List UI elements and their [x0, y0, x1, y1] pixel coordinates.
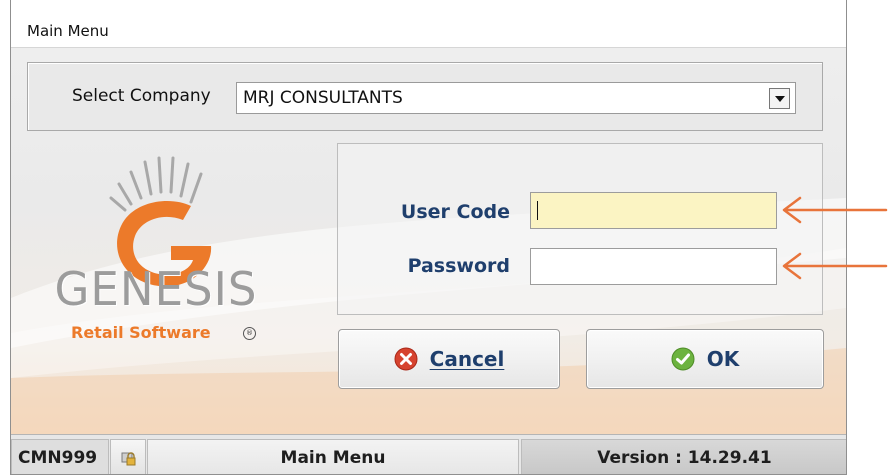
genesis-logo-icon: [109, 156, 212, 287]
arrow-left-icon: [782, 196, 888, 224]
status-bar: CMN999 Main Menu Version : 14.29.41: [11, 434, 846, 474]
cancel-icon: [394, 347, 418, 371]
company-selected-value: MRJ CONSULTANTS: [243, 88, 403, 108]
ok-button-label: OK: [706, 347, 740, 371]
password-label: Password: [407, 255, 510, 277]
window-title: Main Menu: [27, 22, 109, 40]
cancel-button-label: Cancel: [429, 347, 505, 371]
title-bar: Main Menu: [11, 0, 846, 48]
company-selector-frame: Select Company MRJ CONSULTANTS: [27, 62, 823, 131]
chevron-down-icon[interactable]: [769, 88, 790, 109]
lock-icon: [121, 452, 136, 466]
user-code-input[interactable]: [530, 192, 777, 229]
select-company-label: Select Company: [72, 86, 211, 106]
status-screen-code: CMN999: [11, 439, 109, 474]
check-icon: [671, 347, 695, 371]
ok-button[interactable]: OK: [586, 329, 824, 389]
registered-mark: ®: [243, 327, 256, 340]
text-cursor: [537, 201, 538, 220]
main-menu-window: Main Menu Select Company MRJ CONSULTANTS: [10, 0, 847, 475]
arrow-left-icon: [782, 252, 888, 280]
company-dropdown[interactable]: MRJ CONSULTANTS: [236, 82, 796, 114]
status-title: Main Menu: [147, 439, 519, 474]
status-version: Version : 14.29.41: [521, 439, 846, 474]
logo-tagline: Retail Software: [71, 323, 211, 342]
cancel-button[interactable]: Cancel: [338, 329, 560, 389]
login-credentials-frame: User Code Password: [337, 143, 823, 315]
password-input[interactable]: [530, 248, 777, 285]
user-code-label: User Code: [400, 201, 510, 223]
logo-wordmark: GENESIS: [54, 262, 258, 316]
status-lock-cell: [110, 439, 146, 474]
